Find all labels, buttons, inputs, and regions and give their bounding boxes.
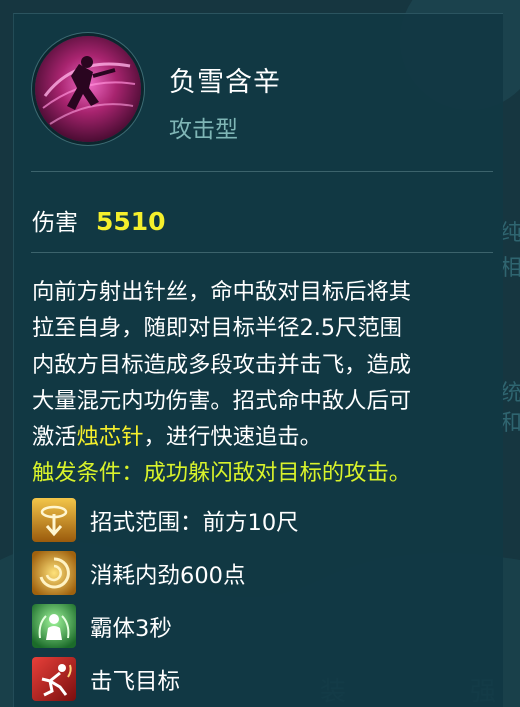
skill-portrait-icon xyxy=(35,36,141,142)
divider-middle xyxy=(31,252,493,253)
description-text: ，进行快速追击。 xyxy=(143,424,322,451)
super-armor-icon xyxy=(32,604,76,648)
attribute-range: 招式范围：前方10尺 xyxy=(32,498,482,542)
svg-text:统: 统 xyxy=(500,381,520,406)
skill-tooltip-panel: 负雪含辛 攻击型 伤害 5510 向前方射出针丝，命中敌对目标后将其 拉至自身，随… xyxy=(13,13,503,707)
attribute-label: 击飞目标 xyxy=(90,669,181,695)
svg-text:纯: 纯 xyxy=(500,221,520,246)
damage-value: 5510 xyxy=(96,207,166,236)
attribute-label: 霸体3秒 xyxy=(90,616,172,642)
description-line: 激活烛芯针，进行快速追击。 xyxy=(32,419,500,455)
skill-description: 向前方射出针丝，命中敌对目标后将其 拉至自身，随即对目标半径2.5尺范围 内敌方… xyxy=(32,274,500,492)
divider-top xyxy=(31,171,493,172)
range-arrow-icon xyxy=(32,498,76,542)
description-line: 拉至自身，随即对目标半径2.5尺范围 xyxy=(32,315,402,342)
attribute-cost: 消耗内劲600点 xyxy=(32,551,482,595)
attribute-super-armor: 霸体3秒 xyxy=(32,604,482,648)
description-line: 向前方射出针丝，命中敌对目标后将其 xyxy=(32,279,412,305)
skill-type-label: 攻击型 xyxy=(169,117,238,143)
description-line: 内敌方目标造成多段攻击并击飞，造成 xyxy=(32,351,412,378)
attribute-knockback: 击飞目标 xyxy=(32,657,482,701)
damage-row: 伤害 5510 xyxy=(32,203,166,237)
trigger-condition: 触发条件：成功躲闪敌对目标的攻击。 xyxy=(32,460,412,487)
damage-label: 伤害 xyxy=(32,210,78,236)
linked-skill-name: 烛芯针 xyxy=(76,424,144,451)
description-line: 大量混元内功伤害。招式命中敌人后可 xyxy=(32,387,412,414)
svg-text:相: 相 xyxy=(500,256,520,281)
attribute-label: 消耗内劲600点 xyxy=(90,563,246,589)
description-text: 激活 xyxy=(32,424,77,451)
attribute-label: 招式范围：前方10尺 xyxy=(90,510,299,536)
knockback-icon xyxy=(32,657,76,701)
swirl-energy-icon xyxy=(32,551,76,595)
svg-text:和: 和 xyxy=(500,411,520,436)
skill-name: 负雪含辛 xyxy=(169,67,281,98)
